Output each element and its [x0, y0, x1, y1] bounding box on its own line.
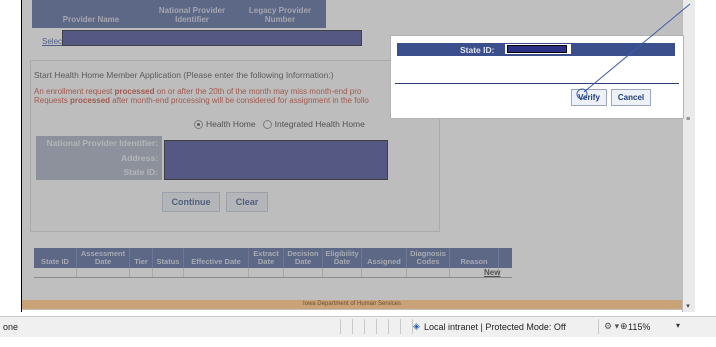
zone-icon: ◈ [413, 321, 420, 331]
status-text: one [3, 322, 19, 332]
bottom-strip [0, 337, 716, 347]
security-zone-text[interactable]: Local intranet | Protected Mode: Off [424, 322, 566, 332]
zoom-dropdown-icon[interactable]: ▾ [676, 321, 680, 330]
browser-status-bar: one ◈ Local intranet | Protected Mode: O… [0, 316, 716, 337]
zoom-level[interactable]: 115% [628, 322, 650, 332]
zoom-icon: ⊕ [620, 321, 628, 331]
annotation-arrow [576, 3, 691, 100]
zone-settings-icon[interactable]: ⚙ ▾ [604, 321, 619, 332]
